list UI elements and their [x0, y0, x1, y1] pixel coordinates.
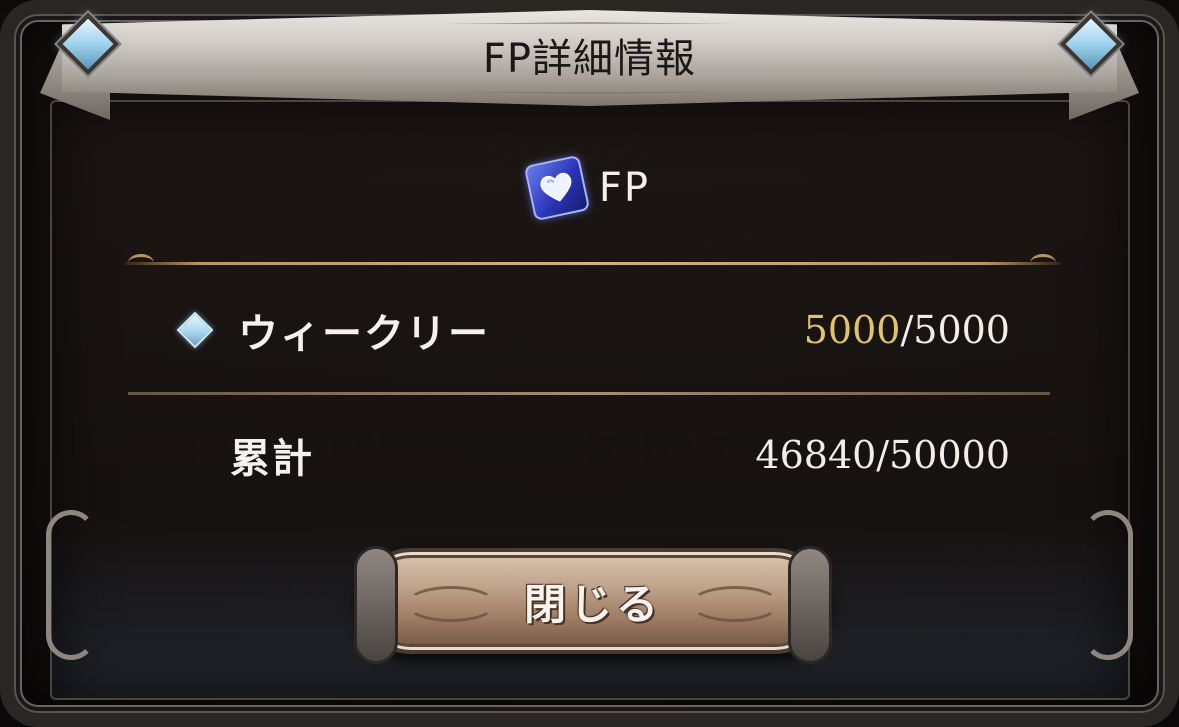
right-ornament-icon [1083, 510, 1133, 660]
header-divider [125, 262, 1060, 265]
close-button[interactable]: 閉じる [354, 546, 832, 664]
total-value: 46840/50000 [755, 433, 1010, 477]
dialog-title: FP詳細情報 [482, 36, 697, 82]
heart-gem-icon [523, 154, 591, 222]
fp-label: FP [598, 165, 651, 211]
weekly-row: ウィークリー 5000/5000 [130, 300, 1010, 360]
flourish-left-icon [406, 586, 496, 622]
heart-shape [540, 172, 572, 202]
divider-tip-right [1030, 254, 1056, 272]
row-divider [128, 392, 1050, 395]
diamond-bullet-icon [176, 311, 214, 349]
weekly-value: 5000/5000 [804, 308, 1010, 352]
total-label: 累計 [230, 436, 314, 482]
weekly-current: 5000 [803, 308, 901, 352]
left-ornament-icon [46, 510, 96, 660]
weekly-separator: / [900, 308, 914, 352]
total-row: 累計 46840/50000 [130, 425, 1010, 485]
divider-tip-left [128, 254, 154, 272]
button-cap-right [788, 546, 832, 664]
weekly-max: 5000 [913, 308, 1010, 352]
close-button-label: 閉じる [523, 579, 662, 629]
fp-header: FP [0, 154, 1179, 222]
screen: STATUS 蒼天の審神者団 ぷれこ Ra 275 Job Lv 10 024 … [0, 0, 1179, 727]
weekly-label: ウィークリー [238, 311, 490, 357]
flourish-right-icon [690, 586, 780, 622]
button-cap-left [354, 546, 398, 664]
